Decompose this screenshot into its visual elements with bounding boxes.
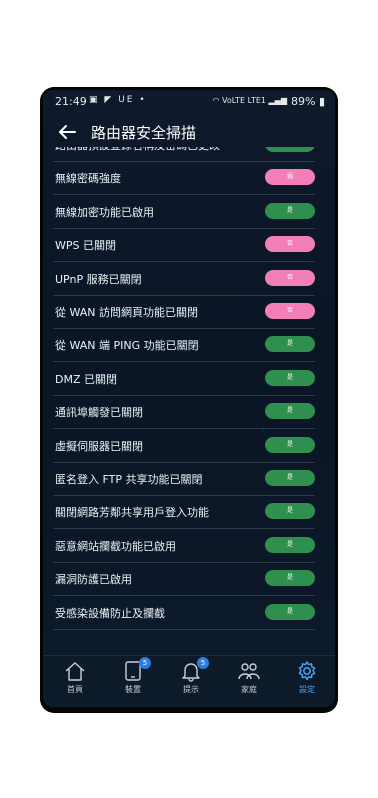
scan-item-row: 關閉網路芳鄰共享用戶登入功能 是: [53, 495, 315, 530]
scan-item-label: WPS 已關閉: [55, 239, 116, 253]
scan-item-label: 從 WAN 端 PING 功能已關閉: [55, 339, 199, 353]
phone-frame: 21:49 ▣ ◤ UE • ◠ VoLTE LTE1 ▂▄▆ 89% ▮ 路由…: [40, 87, 338, 713]
notification-count-badge: 5: [139, 657, 151, 669]
notification-count-badge: 5: [197, 657, 209, 669]
status-badge: 是: [265, 536, 315, 553]
battery-status: 89% ▮: [291, 95, 325, 108]
status-badge: 否: [265, 269, 315, 286]
status-badge: 弱: [265, 169, 315, 186]
home-icon: [63, 660, 87, 682]
nav-tab-alerts[interactable]: 5 提示: [163, 657, 219, 700]
nav-tab-label: 首頁: [67, 685, 83, 694]
page-title: 路由器安全掃描: [91, 124, 197, 142]
scan-item-label: 從 WAN 訪問網頁功能已關閉: [55, 306, 199, 319]
scan-result-list[interactable]: 路由器預設登錄名稱及密碼已更改是無線密碼強度弱無線加密功能已啟用是WPS 已關閉…: [43, 147, 335, 655]
app-screen: 21:49 ▣ ◤ UE • ◠ VoLTE LTE1 ▂▄▆ 89% ▮ 路由…: [43, 90, 335, 707]
scan-item-row: 惡意網站攔截功能已啟用 是: [53, 529, 315, 563]
scan-item-label: 路由器預設登錄名稱及密碼已更改: [55, 147, 220, 153]
nav-tab-home[interactable]: 首頁: [47, 660, 103, 700]
scan-item-label: 漏洞防護已啟用: [55, 573, 132, 587]
bell-icon: 5: [179, 657, 209, 682]
scan-item-row: 路由器預設登錄名稱及密碼已更改 是: [53, 147, 315, 162]
status-badge: 是: [265, 202, 315, 219]
back-arrow-icon[interactable]: [55, 120, 79, 144]
bottom-nav: 首頁 5 裝置 5 提示 家庭 設定: [43, 655, 335, 702]
system-nav-bar: [43, 702, 335, 707]
nav-tab-family[interactable]: 家庭: [221, 660, 277, 700]
scan-item-row: 無線加密功能已啟用 是: [53, 195, 315, 229]
nav-tab-devices[interactable]: 5 裝置: [105, 657, 161, 700]
scan-item-label: DMZ 已關閉: [55, 372, 117, 386]
signal-label: ◠ VoLTE LTE1 ▂▄▆: [212, 96, 287, 105]
status-badge: 是: [265, 436, 315, 453]
devices-icon: 5: [121, 657, 151, 682]
flag-icon: ◤: [104, 95, 114, 105]
scan-item-row: DMZ 已關閉 是: [53, 362, 315, 396]
scan-item-row: 從 WAN 端 PING 功能已關閉 是: [53, 328, 315, 363]
scan-item-row: 虛擬伺服器已關閉 是: [53, 429, 315, 463]
status-badge: 是: [265, 470, 315, 486]
volte-label: VoLTE LTE1: [222, 96, 266, 105]
family-icon: [237, 660, 261, 682]
gear-icon: [295, 660, 319, 682]
scan-item-label: UPnP 服務已關閉: [55, 272, 142, 286]
status-badge: 是: [265, 369, 315, 386]
scan-item-label: 關閉網路芳鄰共享用戶登入功能: [55, 506, 209, 520]
scan-item-label: 惡意網站攔截功能已啟用: [55, 539, 176, 553]
status-badge: 是: [265, 503, 315, 520]
image-icon: ▣: [89, 95, 100, 105]
status-badge: 是: [265, 336, 315, 353]
signal-bars-icon: ▂▄▆: [268, 96, 287, 105]
nav-tab-settings[interactable]: 設定: [279, 660, 335, 700]
nav-tab-label: 家庭: [241, 685, 257, 694]
scan-item-label: 無線密碼強度: [55, 172, 121, 186]
battery-percent: 89%: [290, 95, 316, 108]
status-badge: 是: [265, 147, 315, 152]
status-badge: 是: [265, 403, 315, 420]
wifi-icon: ◠: [212, 96, 220, 105]
scan-item-row: UPnP 服務已關閉 否: [53, 262, 315, 296]
scan-item-label: 虛擬伺服器已關閉: [55, 439, 143, 453]
scan-item-label: 無線加密功能已啟用: [55, 205, 154, 219]
scan-item-row: 無線密碼強度 弱: [53, 161, 315, 196]
status-badge: 否: [265, 303, 315, 319]
scan-item-label: 通訊埠觸發已關閉: [55, 406, 143, 420]
status-badge: 否: [265, 236, 315, 253]
scan-item-row: 匿名登入 FTP 共享功能已關閉 是: [53, 462, 315, 496]
status-badge: 是: [265, 570, 315, 587]
status-time: 21:49: [55, 95, 87, 108]
status-bar: 21:49 ▣ ◤ UE • ◠ VoLTE LTE1 ▂▄▆ 89% ▮: [43, 90, 335, 114]
scan-item-label: 匿名登入 FTP 共享功能已關閉: [55, 473, 203, 486]
scan-item-row: 從 WAN 訪問網頁功能已關閉 否: [53, 295, 315, 329]
carrier-label: UE: [118, 95, 135, 105]
nav-tab-label: 設定: [299, 685, 315, 694]
scan-item-row: 漏洞防護已啟用 是: [53, 562, 315, 597]
battery-icon: ▮: [318, 95, 325, 108]
scan-item-label: 受感染設備防止及攔截: [55, 606, 165, 620]
dot-icon: •: [139, 95, 147, 105]
scan-item-row: WPS 已關閉 否: [53, 228, 315, 263]
notification-icons: ▣ ◤ UE •: [89, 95, 147, 105]
nav-tab-label: 提示: [183, 685, 199, 694]
scan-item-row: 受感染設備防止及攔截 是: [53, 596, 315, 630]
nav-tab-label: 裝置: [125, 685, 141, 694]
scan-item-row: 通訊埠觸發已關閉 是: [53, 395, 315, 430]
status-badge: 是: [265, 603, 315, 620]
